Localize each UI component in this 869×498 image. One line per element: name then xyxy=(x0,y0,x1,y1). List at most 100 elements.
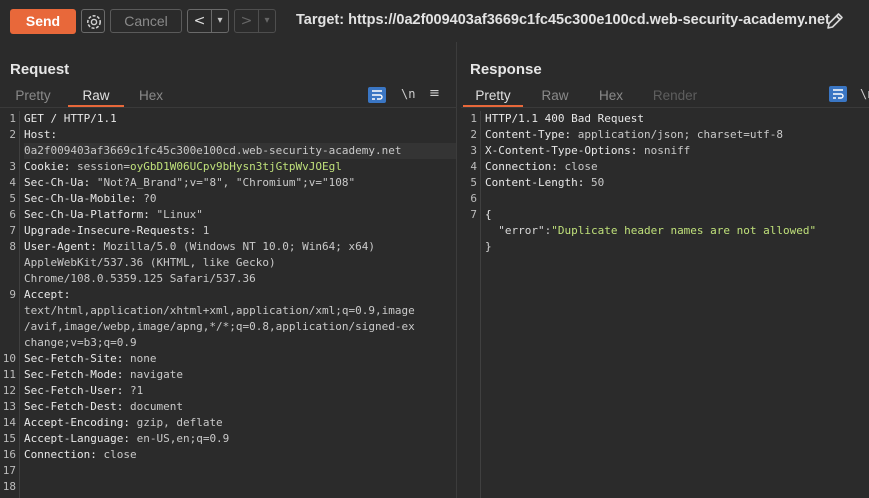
target-url: Target: https://0a2f009403af3669c1fc45c3… xyxy=(296,12,830,28)
request-line-number xyxy=(0,303,19,319)
header-name: Sec-Fetch-User: xyxy=(24,384,124,397)
header-value: close xyxy=(557,160,598,173)
request-line-number: 1 xyxy=(9,112,16,125)
response-line: Connection: close xyxy=(485,159,869,175)
response-line-number xyxy=(461,255,480,271)
response-editor[interactable]: 1 2 3 4 5 6 7 HTTP/1.1 400 Bad Request Content-… xyxy=(461,111,869,498)
back-navigation: < ▾ xyxy=(187,9,229,33)
json-error-line: "error":"Duplicate header names are not … xyxy=(485,223,869,239)
request-line-number: 7 xyxy=(9,224,16,237)
gear-icon xyxy=(87,15,101,29)
request-line: Host: xyxy=(24,127,456,143)
forward-navigation: > ▾ xyxy=(234,9,276,33)
response-pane: Response Pretty Raw Hex Render \n 1 2 3 4 5 6… xyxy=(461,42,869,498)
response-line-number: 7 xyxy=(470,208,477,221)
request-line-number: 18 xyxy=(2,480,16,493)
request-title: Request xyxy=(10,61,70,78)
header-value: application/json; charset=utf-8 xyxy=(571,128,784,141)
response-newline-toggle-icon[interactable]: \n xyxy=(860,87,869,101)
response-tab-hex[interactable]: Hex xyxy=(587,85,635,107)
response-tabs: Pretty Raw Hex Render xyxy=(461,85,869,109)
toolbar: Send Cancel < ▾ > ▾ Target: https://0a2f… xyxy=(0,0,869,42)
header-value: 0a2f009403af3669c1fc45c300e100cd.web-sec… xyxy=(24,144,402,157)
header-name: Accept: xyxy=(24,288,71,301)
settings-button[interactable] xyxy=(81,9,105,33)
header-name: Upgrade-Insecure-Requests: xyxy=(24,224,197,237)
response-wrap-lines-icon[interactable] xyxy=(829,86,847,102)
response-line-numbers: 1 2 3 4 5 6 7 xyxy=(461,111,481,498)
request-line: Upgrade-Insecure-Requests: 1 xyxy=(24,223,456,239)
response-line-number: 1 xyxy=(470,112,477,125)
header-value: nosniff xyxy=(637,144,691,157)
header-value: text/html,application/xhtml+xml,applicat… xyxy=(24,304,415,317)
request-line: Sec-Ch-Ua: "Not?A_Brand";v="8", "Chromiu… xyxy=(24,175,456,191)
request-line-number: 17 xyxy=(2,464,16,477)
response-content[interactable]: HTTP/1.1 400 Bad Request Content-Type: ap… xyxy=(485,111,869,255)
response-line-number xyxy=(461,223,480,239)
request-line-number xyxy=(0,255,19,271)
menu-icon[interactable]: ≡ xyxy=(429,86,440,101)
forward-history-dropdown[interactable]: ▾ xyxy=(259,10,275,32)
request-line: Sec-Fetch-User: ?1 xyxy=(24,383,456,399)
request-line: Sec-Fetch-Dest: document xyxy=(24,399,456,415)
response-tab-raw[interactable]: Raw xyxy=(531,85,579,107)
request-line-number: 14 xyxy=(2,416,16,429)
response-tab-pretty[interactable]: Pretty xyxy=(463,85,523,107)
header-name: Accept-Encoding: xyxy=(24,416,130,429)
response-line-number: 4 xyxy=(470,160,477,173)
header-name: Sec-Ch-Ua-Mobile: xyxy=(24,192,137,205)
send-button[interactable]: Send xyxy=(10,9,76,34)
back-history-dropdown[interactable]: ▾ xyxy=(212,10,228,32)
request-line: Chrome/108.0.5359.125 Safari/537.36 xyxy=(24,271,456,287)
request-pane: Request Pretty Raw Hex \n ≡ 1 2 3 4 5 6 7 8 9 10 1… xyxy=(0,42,457,498)
header-value: /avif,image/webp,image/apng,*/*;q=0.8,ap… xyxy=(24,320,415,333)
request-line-number: 11 xyxy=(2,368,16,381)
back-button[interactable]: < xyxy=(188,10,212,32)
header-name: { xyxy=(485,208,492,221)
header-value: none xyxy=(123,352,157,365)
request-line-number: 16 xyxy=(2,448,16,461)
response-line-number: 3 xyxy=(470,144,477,157)
forward-button[interactable]: > xyxy=(235,10,259,32)
response-line: Content-Length: 50 xyxy=(485,175,869,191)
request-line: text/html,application/xhtml+xml,applicat… xyxy=(24,303,456,319)
wrap-lines-icon[interactable] xyxy=(368,87,386,103)
header-value: gzip, deflate xyxy=(129,416,223,429)
request-tab-divider xyxy=(0,107,457,108)
request-tab-hex[interactable]: Hex xyxy=(126,85,176,107)
header-name: HTTP/1.1 400 Bad Request xyxy=(485,112,644,125)
header-value: AppleWebKit/537.36 (KHTML, like Gecko) xyxy=(24,256,276,269)
request-line: Accept: xyxy=(24,287,456,303)
request-tab-pretty[interactable]: Pretty xyxy=(6,85,60,107)
json-key: "error" xyxy=(498,224,545,237)
response-tab-divider xyxy=(461,107,869,108)
request-line-number: 3 xyxy=(9,160,16,173)
header-name: Host: xyxy=(24,128,58,141)
request-line-numbers: 1 2 3 4 5 6 7 8 9 10 11 12 13 14 15 16 17 18 xyxy=(0,111,20,498)
response-line: HTTP/1.1 400 Bad Request xyxy=(485,111,869,127)
response-line: { xyxy=(485,207,869,223)
request-line-number: 12 xyxy=(2,384,16,397)
request-line: AppleWebKit/537.36 (KHTML, like Gecko) xyxy=(24,255,456,271)
header-value: ?1 xyxy=(123,384,144,397)
request-line-number: 5 xyxy=(9,192,16,205)
cancel-button[interactable]: Cancel xyxy=(110,9,182,33)
request-line: change;v=b3;q=0.9 xyxy=(24,335,456,351)
response-line xyxy=(485,191,869,207)
header-name: Sec-Ch-Ua-Platform: xyxy=(24,208,150,221)
newline-toggle-icon[interactable]: \n xyxy=(401,87,415,101)
header-name: Sec-Fetch-Site: xyxy=(24,352,124,365)
header-name: GET / HTTP/1.1 xyxy=(24,112,117,125)
request-line-number: 9 xyxy=(9,288,16,301)
request-content[interactable]: GET / HTTP/1.1 Host: 0a2f009403af3669c1fc4… xyxy=(24,111,456,495)
pencil-icon[interactable] xyxy=(824,10,846,32)
request-tab-raw[interactable]: Raw xyxy=(68,85,124,107)
request-line: User-Agent: Mozilla/5.0 (Windows NT 10.0… xyxy=(24,239,456,255)
request-tabs: Pretty Raw Hex xyxy=(0,85,457,109)
request-line: Connection: close xyxy=(24,447,456,463)
request-line: /avif,image/webp,image/apng,*/*;q=0.8,ap… xyxy=(24,319,456,335)
response-tab-render[interactable]: Render xyxy=(645,85,705,107)
json-close-line: } xyxy=(485,239,869,255)
header-value: ?0 xyxy=(136,192,157,205)
request-editor[interactable]: 1 2 3 4 5 6 7 8 9 10 11 12 13 14 15 16 17 18 GET / HTTP/1… xyxy=(0,111,456,498)
